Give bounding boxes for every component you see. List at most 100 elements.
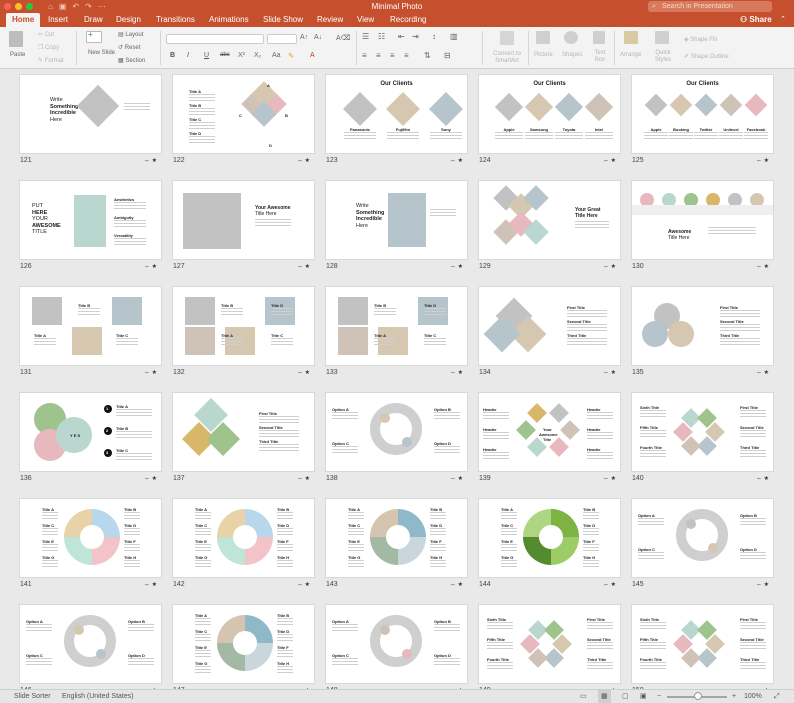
arrange-icon[interactable] [624,31,638,44]
slide-transition-icon[interactable]: ⇔ ★ [144,581,157,588]
redo-icon[interactable]: ↷ [85,1,92,12]
slide-transition-icon[interactable]: ⇔ ★ [756,369,769,376]
paste-button[interactable]: Paste [10,52,25,58]
shapes-icon[interactable] [564,31,578,44]
outdent-icon[interactable]: ⇥ [412,32,419,41]
slide-thumbnail[interactable]: Our Clients Apple Booking Twitter Unilevel Fa… [632,75,773,153]
zoom-level[interactable]: 100% [744,690,762,703]
slide-thumbnail[interactable]: Title B Title D Title A Title C [326,287,467,365]
save-icon[interactable]: ▣ [59,1,67,12]
slide-thumbnail[interactable]: Option A Option B Option C Option D [632,499,773,577]
normal-view-icon[interactable]: ▭ [580,690,587,703]
slide-thumbnail[interactable]: Title A Title B Title C Title DABCD [173,75,314,153]
slide-thumbnail[interactable]: Your Great Title Here [479,181,620,259]
slide-transition-icon[interactable]: ⇔ ★ [144,263,157,270]
tab-recording[interactable]: Recording [390,13,426,27]
slide-thumbnail[interactable]: Title B Title D Title A Title C [173,287,314,365]
zoom-slider[interactable] [667,692,727,700]
tab-view[interactable]: View [357,13,374,27]
subscript-icon[interactable]: X₂ [254,52,261,59]
slide-thumbnail[interactable]: Your Awesome Title Here [173,181,314,259]
decrease-font-icon[interactable]: A↓ [314,34,322,41]
slide-thumbnail[interactable]: Our Clients Apple Samsung Toyota Intel [479,75,620,153]
slide-thumbnail[interactable]: Sixth Title First Title Fifth Title Second … [632,605,773,683]
slide-transition-icon[interactable]: ⇔ ★ [756,263,769,270]
line-spacing-icon[interactable]: ↕ [432,32,436,41]
font-color-icon[interactable]: A [310,52,315,59]
quick-styles-button[interactable]: Quick Styles [652,50,674,64]
slide-transition-icon[interactable]: ⇔ ★ [297,157,310,164]
minimize-window-button[interactable] [15,3,22,10]
fit-slide-icon[interactable]: ⤢ [774,690,780,703]
slide-transition-icon[interactable]: ⇔ ★ [297,263,310,270]
slide-transition-icon[interactable]: ⇔ ★ [756,581,769,588]
slide-thumbnail[interactable]: Title A Title B Title C Title D Title E Title… [326,499,467,577]
slide-thumbnail[interactable]: Your Awesome Title Header Header Header Header… [479,393,620,471]
cut-button[interactable]: ✂ Cut [38,31,54,38]
superscript-icon[interactable]: X² [238,52,245,59]
smartart-icon[interactable] [500,31,514,45]
slide-transition-icon[interactable]: ⇔ ★ [144,369,157,376]
slide-transition-icon[interactable]: ⇔ ★ [603,475,616,482]
slide-thumbnail[interactable]: First Title Second Title Third Title [632,287,773,365]
tab-insert[interactable]: Insert [48,13,68,27]
slide-transition-icon[interactable]: ⇔ ★ [450,475,463,482]
slide-thumbnail[interactable]: Write Something Incredible Here [326,181,467,259]
columns-icon[interactable]: ▥ [450,32,458,41]
slide-thumbnail[interactable]: Title A Title B Title C Title D Title E Title… [173,605,314,683]
italic-button[interactable]: I [187,52,189,59]
slide-thumbnail[interactable]: Title A Title B Title C Title D Title E Title… [173,499,314,577]
slide-thumbnail[interactable]: Y E S 1 Title A 2 Title B 3 Title C [20,393,161,471]
align-right-icon[interactable]: ≡ [390,51,395,60]
close-window-button[interactable] [4,3,11,10]
share-button[interactable]: ⚇ Share [740,13,772,27]
zoom-in-icon[interactable]: + [732,690,736,703]
zoom-window-button[interactable] [26,3,33,10]
slide-transition-icon[interactable]: ⇔ ★ [450,581,463,588]
slide-thumbnail[interactable]: PUT HERE YOUR AWESOME TITLE Aesthetics Ambigui… [20,181,161,259]
slide-thumbnail[interactable]: Option A Option B Option C Option D [20,605,161,683]
reset-button[interactable]: ↺ Reset [118,44,140,51]
shape-outline-button[interactable]: ✐ Shape Outline [684,53,729,60]
slide-transition-icon[interactable]: ⇔ ★ [144,475,157,482]
numbering-icon[interactable]: ☷ [378,32,385,41]
slide-transition-icon[interactable]: ⇔ ★ [450,157,463,164]
text-direction-icon[interactable]: ⇅ [424,51,431,60]
slide-thumbnail[interactable]: Option A Option B Option C Option D [326,393,467,471]
underline-button[interactable]: U [204,52,209,59]
format-painter-button[interactable]: ✎ Format [38,57,64,64]
tab-animations[interactable]: Animations [209,13,249,27]
bold-button[interactable]: B [170,52,175,59]
new-slide-button[interactable]: New Slide [88,50,115,57]
collapse-ribbon-icon[interactable]: ⌃ [780,13,786,27]
arrange-button[interactable]: Arrange [620,52,641,58]
home-icon[interactable]: ⌂ [48,1,53,12]
undo-icon[interactable]: ↶ [72,1,79,12]
picture-button[interactable]: Picture [534,52,553,58]
reading-view-icon[interactable]: ▢ [622,690,629,703]
tab-draw[interactable]: Draw [84,13,103,27]
tab-transitions[interactable]: Transitions [156,13,195,27]
zoom-out-icon[interactable]: − [657,690,661,703]
increase-font-icon[interactable]: A↑ [300,34,308,41]
slide-transition-icon[interactable]: ⇔ ★ [144,157,157,164]
slide-transition-icon[interactable]: ⇔ ★ [297,369,310,376]
slide-transition-icon[interactable]: ⇔ ★ [603,581,616,588]
quick-styles-icon[interactable] [655,31,669,44]
align-center-icon[interactable]: ≡ [376,51,381,60]
slide-thumbnail[interactable]: Title A Title B Title C Title D Title E Title… [479,499,620,577]
align-text-icon[interactable]: ⊟ [444,51,451,60]
clear-format-icon[interactable]: A⌫ [336,34,351,42]
text-box-button[interactable]: Text Box [593,50,607,64]
slideshow-view-icon[interactable]: ▣ [640,690,647,703]
slide-thumbnail[interactable]: Awesome Title Here [632,181,773,259]
layout-button[interactable]: ▤ Layout [118,31,143,38]
tab-design[interactable]: Design [116,13,141,27]
customize-icon[interactable]: ⋯ [98,1,106,12]
slide-thumbnail[interactable]: Write Something Incredible Here [20,75,161,153]
change-case-icon[interactable]: Aa [272,52,281,59]
language-status[interactable]: English (United States) [62,690,134,703]
shapes-button[interactable]: Shapes [562,52,582,58]
font-name-select[interactable] [166,34,264,44]
highlight-icon[interactable]: ✎ [288,52,294,60]
